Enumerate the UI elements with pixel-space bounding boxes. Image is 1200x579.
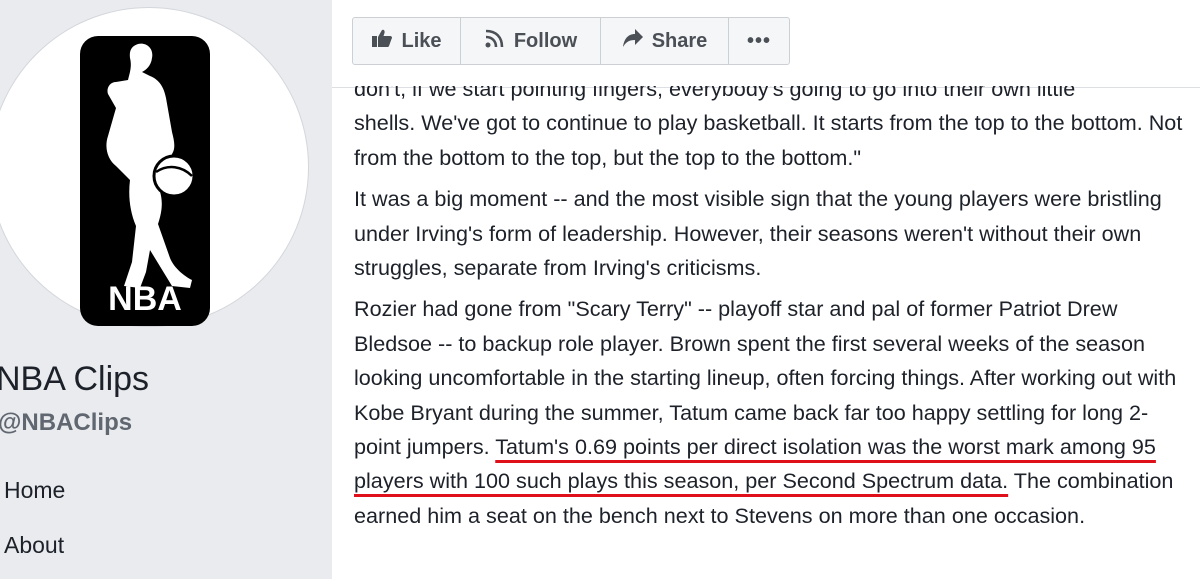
nba-logo: NBA (80, 36, 210, 326)
share-button[interactable]: Share (601, 18, 729, 64)
article-paragraph-2: It was a big moment -- and the most visi… (354, 186, 1162, 281)
rss-icon (484, 28, 506, 54)
share-label: Share (651, 29, 708, 52)
page-action-bar: Like Follow Share ••• (352, 17, 790, 65)
nav-item-home[interactable]: Home (4, 477, 65, 504)
more-dots-icon: ••• (746, 29, 771, 52)
nav-item-about[interactable]: About (4, 532, 64, 559)
article-paragraph-1: shells. We've got to continue to play ba… (354, 110, 1183, 170)
article-text: don't, if we start pointing fingers, eve… (354, 72, 1194, 540)
nba-logo-text: NBA (108, 280, 182, 318)
more-options-button[interactable]: ••• (729, 18, 789, 64)
article-paragraph-3: Rozier had gone from "Scary Terry" -- pl… (354, 292, 1194, 533)
like-button[interactable]: Like (353, 18, 461, 64)
article-line-cut: don't, if we start pointing fingers, eve… (354, 76, 1076, 101)
follow-button[interactable]: Follow (461, 18, 601, 64)
follow-label: Follow (513, 29, 578, 52)
page-sidebar: NBA NBA Clips @NBAClips Home About (0, 0, 332, 579)
article-partial-line: don't, if we start pointing fingers, eve… (354, 76, 1194, 106)
like-label: Like (401, 29, 442, 52)
share-arrow-icon (622, 28, 644, 54)
thumbs-up-icon (371, 28, 393, 54)
main-content: don't, if we start pointing fingers, eve… (332, 0, 1200, 579)
page-name[interactable]: NBA Clips (0, 360, 149, 399)
page-avatar[interactable]: NBA (0, 8, 308, 326)
page-handle[interactable]: @NBAClips (0, 409, 132, 437)
